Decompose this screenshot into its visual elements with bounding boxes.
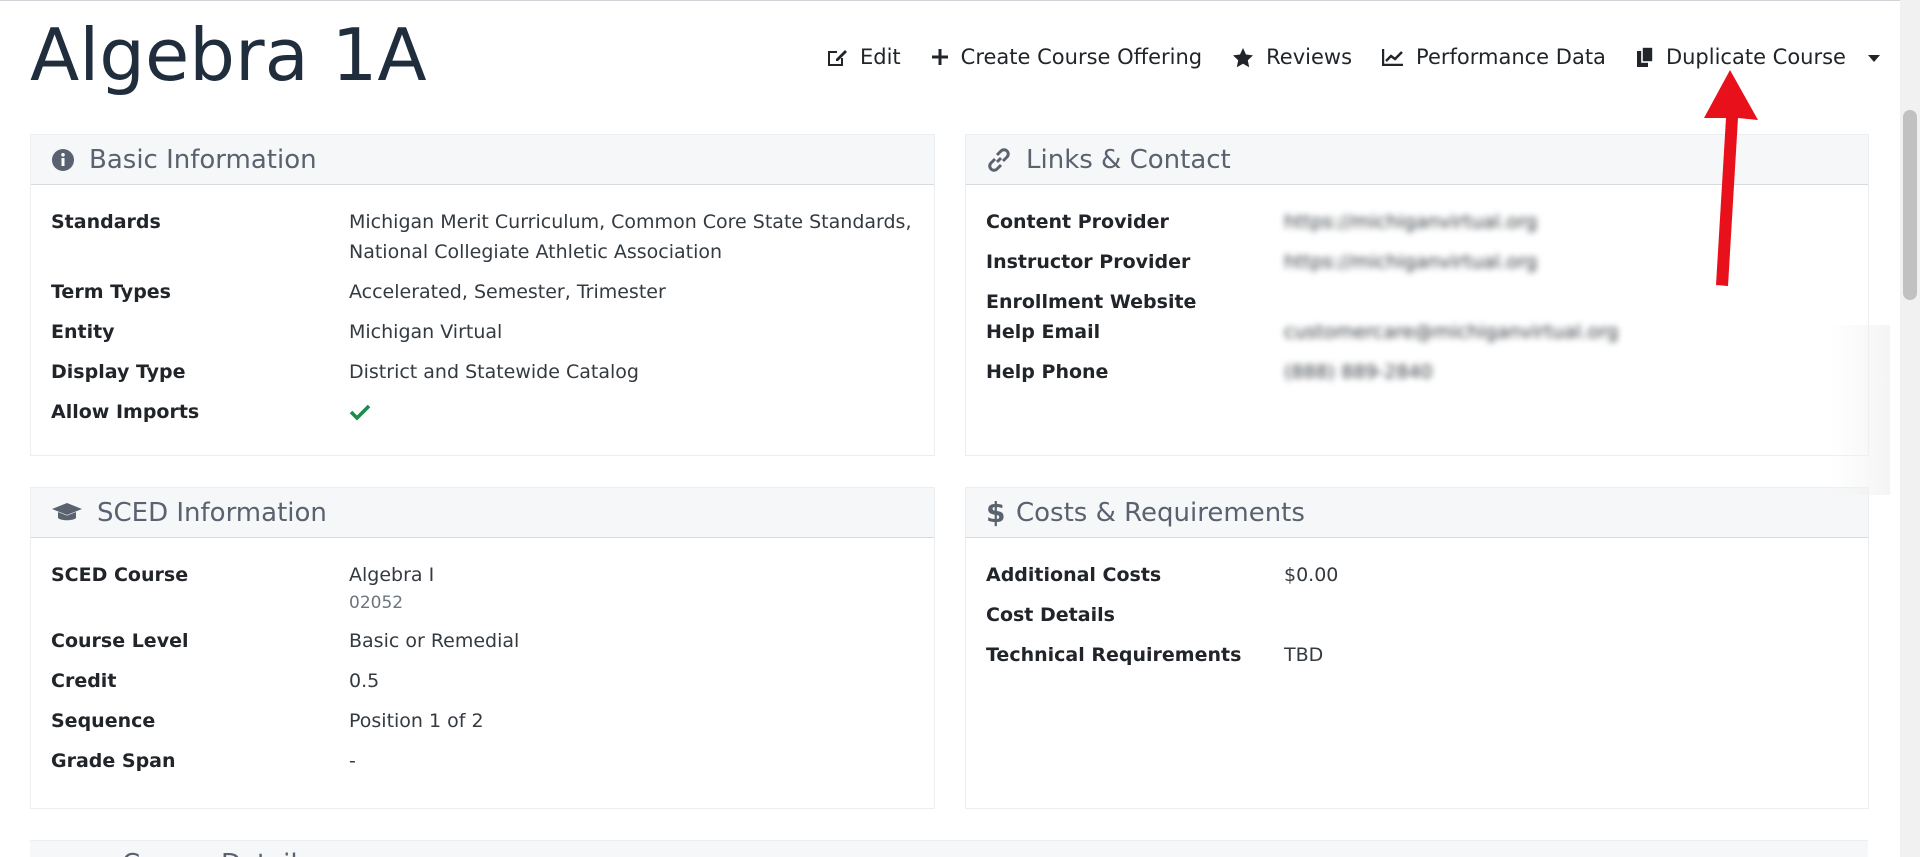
graduation-cap-icon [51, 502, 83, 524]
course-level-row: Course Level Basic or Remedial [51, 626, 934, 656]
sced-course-name: Algebra I [349, 564, 435, 586]
field-label: Standards [51, 211, 161, 233]
card-title: Costs & Requirements [1016, 497, 1305, 528]
display-type-row: Display Type District and Statewide Cata… [51, 357, 934, 387]
field-label: Display Type [51, 361, 186, 383]
card-title: Basic Information [89, 144, 317, 175]
sced-course-value: Algebra I 02052 [349, 560, 434, 616]
entity-row: Entity Michigan Virtual [51, 317, 934, 347]
sced-information-card: SCED Information SCED Course Algebra I 0… [30, 487, 935, 809]
card-title: Course Details [122, 849, 311, 857]
field-label: Enrollment Website [986, 291, 1197, 313]
card-title: SCED Information [97, 497, 327, 528]
scrollbar-thumb[interactable] [1903, 110, 1917, 300]
standards-row: Standards Michigan Merit Curriculum, Com… [51, 207, 934, 267]
technical-requirements-row: Technical Requirements TBD [986, 640, 1868, 670]
card-header: Basic Information [31, 135, 934, 185]
instructor-provider-link[interactable]: https://michiganvirtual.org [1284, 247, 1537, 277]
field-label: Entity [51, 321, 115, 343]
sequence-row: Sequence Position 1 of 2 [51, 706, 934, 736]
dollar-icon: $ [986, 496, 1006, 529]
cost-details-row: Cost Details [986, 600, 1868, 630]
create-course-offering-label: Create Course Offering [960, 45, 1203, 69]
copy-icon [1636, 46, 1654, 68]
edit-label: Edit [860, 45, 901, 69]
vertical-scrollbar[interactable] [1900, 0, 1920, 857]
field-label: Grade Span [51, 750, 176, 772]
content-provider-link[interactable]: https://michiganvirtual.org [1284, 207, 1537, 237]
course-details-card: Course Details [30, 840, 1868, 857]
chevron-down-icon [1867, 54, 1880, 62]
standards-line-2: National Collegiate Athletic Association [349, 241, 723, 263]
additional-costs-value: $0.00 [1284, 564, 1339, 586]
credit-value: 0.5 [349, 670, 380, 692]
field-label: Help Phone [986, 361, 1109, 383]
help-phone-row: Help Phone (888) 889-2840 [986, 357, 1868, 387]
help-email-link[interactable]: customercare@michiganvirtual.org [1284, 317, 1618, 347]
info-icon [51, 148, 75, 172]
field-label: SCED Course [51, 564, 189, 586]
field-label: Technical Requirements [986, 644, 1242, 666]
field-label: Course Level [51, 630, 189, 652]
performance-data-label: Performance Data [1416, 45, 1606, 69]
edit-icon [826, 47, 848, 67]
field-label: Instructor Provider [986, 251, 1191, 273]
costs-requirements-card: $ Costs & Requirements Additional Costs … [965, 487, 1869, 809]
standards-line-1: Michigan Merit Curriculum, Common Core S… [349, 211, 912, 233]
field-label: Cost Details [986, 604, 1115, 626]
duplicate-course-dropdown[interactable]: Duplicate Course [1636, 45, 1880, 69]
grade-span-row: Grade Span - [51, 746, 934, 776]
field-label: Credit [51, 670, 117, 692]
field-label: Additional Costs [986, 564, 1162, 586]
plus-icon [931, 48, 949, 66]
card-title: Links & Contact [1026, 144, 1231, 175]
field-label: Sequence [51, 710, 156, 732]
overlay-shadow [1830, 325, 1890, 495]
performance-data-button[interactable]: Performance Data [1382, 45, 1606, 69]
star-icon [1232, 47, 1254, 68]
help-phone-value: (888) 889-2840 [1284, 361, 1433, 383]
additional-costs-row: Additional Costs $0.00 [986, 560, 1868, 590]
sced-course-code: 02052 [349, 593, 404, 613]
check-icon [349, 397, 371, 427]
reviews-button[interactable]: Reviews [1232, 45, 1352, 69]
card-header: SCED Information [31, 488, 934, 538]
sced-course-row: SCED Course Algebra I 02052 [51, 560, 934, 616]
edit-button[interactable]: Edit [826, 45, 901, 69]
term-types-row: Term Types Accelerated, Semester, Trimes… [51, 277, 934, 307]
card-header: $ Costs & Requirements [966, 488, 1868, 538]
duplicate-course-label: Duplicate Course [1665, 45, 1846, 69]
link-icon [986, 147, 1012, 173]
grade-span-value: - [349, 750, 356, 772]
line-chart-icon [1382, 48, 1404, 66]
technical-requirements-value: TBD [1284, 644, 1324, 666]
field-label: Help Email [986, 321, 1101, 343]
page-title: Algebra 1A [30, 13, 427, 97]
sequence-value: Position 1 of 2 [349, 710, 484, 732]
help-email-row: Help Email customercare@michiganvirtual.… [986, 317, 1868, 347]
create-course-offering-button[interactable]: Create Course Offering [931, 45, 1202, 69]
display-type-value: District and Statewide Catalog [349, 361, 639, 383]
enrollment-website-row: Enrollment Website [986, 287, 1868, 317]
basic-information-card: Basic Information Standards Michigan Mer… [30, 134, 935, 456]
red-arrow-annotation [1704, 70, 1758, 286]
credit-row: Credit 0.5 [51, 666, 934, 696]
reviews-label: Reviews [1266, 45, 1353, 69]
term-types-value: Accelerated, Semester, Trimester [349, 281, 666, 303]
field-label: Content Provider [986, 211, 1169, 233]
field-label: Allow Imports [51, 401, 200, 423]
standards-value: Michigan Merit Curriculum, Common Core S… [349, 207, 912, 267]
course-level-value: Basic or Remedial [349, 630, 520, 652]
top-border [0, 0, 1920, 1]
entity-value: Michigan Virtual [349, 321, 503, 343]
field-label: Term Types [51, 281, 171, 303]
allow-imports-row: Allow Imports [51, 397, 934, 427]
